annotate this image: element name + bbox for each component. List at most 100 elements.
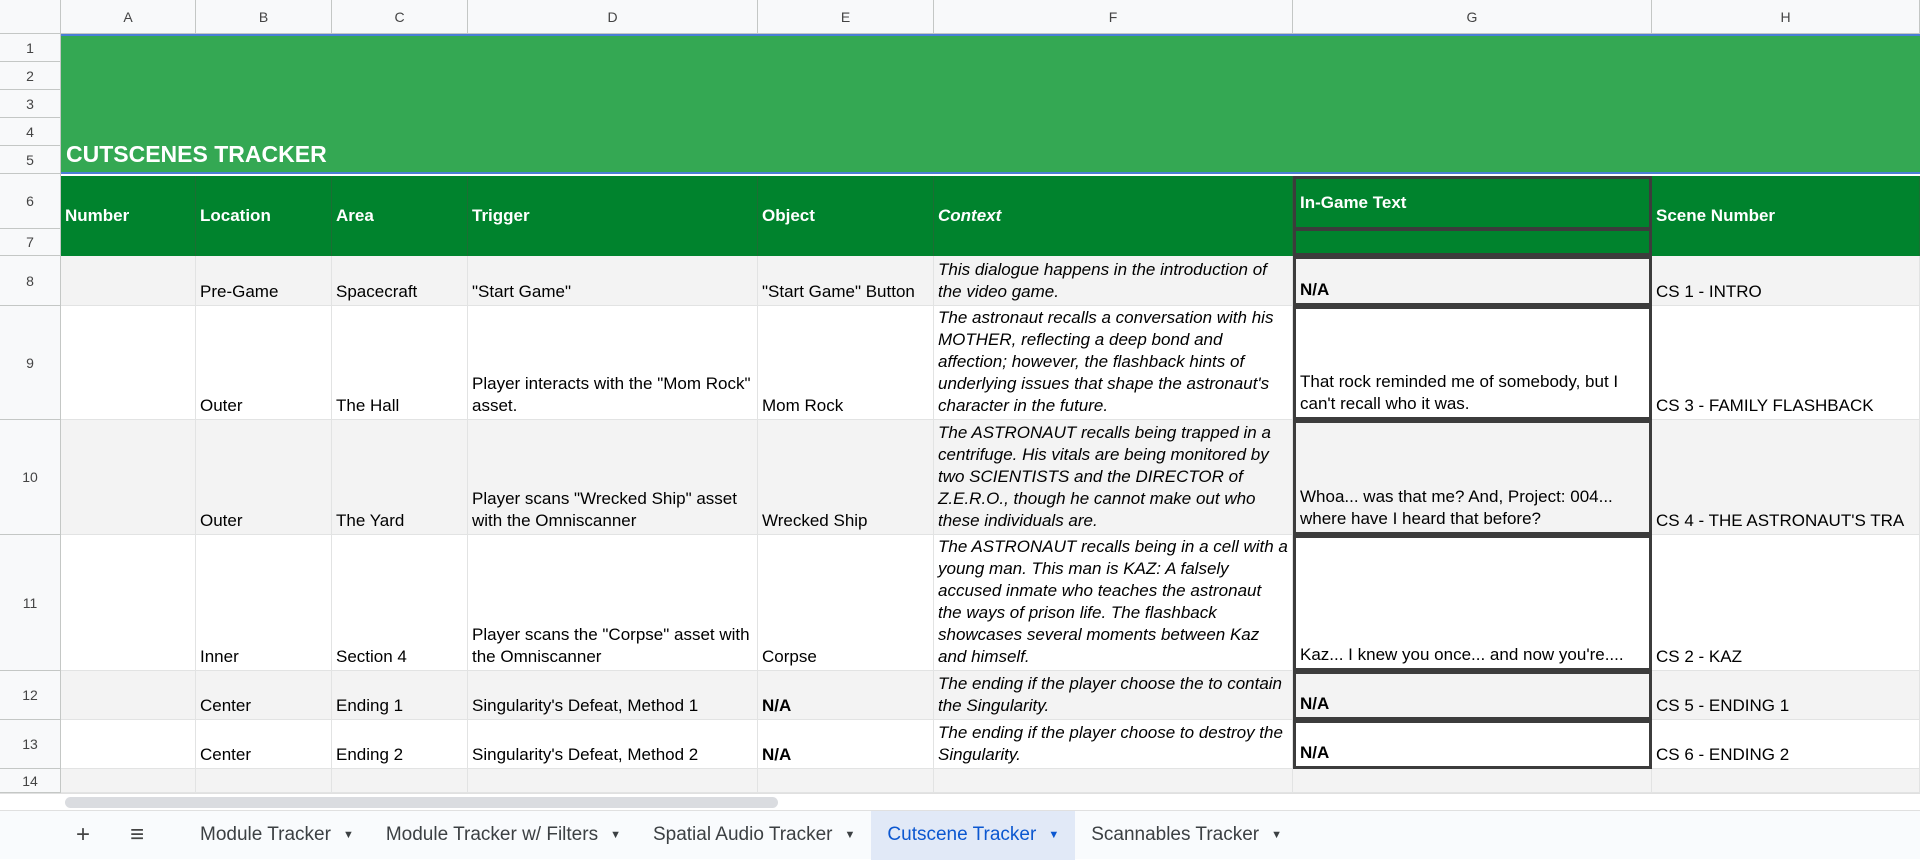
- cell-A10[interactable]: [61, 420, 196, 535]
- row-header-3[interactable]: 3: [0, 90, 61, 118]
- cell-D13[interactable]: Singularity's Defeat, Method 2: [468, 720, 758, 769]
- column-header-H[interactable]: H: [1652, 0, 1920, 34]
- cell-B14[interactable]: [196, 769, 332, 793]
- spreadsheet-grid[interactable]: A B C D E F G H 1 2 3 4 5 6 7 8 9 10 11 12 13 14 CUTSCENES TRA…: [0, 0, 1920, 793]
- row-header-4[interactable]: 4: [0, 118, 61, 146]
- scrollbar-thumb[interactable]: [65, 797, 778, 808]
- sheet-tab-module-tracker[interactable]: Module Tracker ▼: [184, 811, 370, 860]
- header-in-game-text-row7[interactable]: [1293, 228, 1652, 256]
- cell-F12[interactable]: The ending if the player choose the to c…: [934, 671, 1293, 720]
- cell-E14[interactable]: [758, 769, 934, 793]
- cell-D14[interactable]: [468, 769, 758, 793]
- cell-A9[interactable]: [61, 306, 196, 420]
- header-context[interactable]: Context: [934, 176, 1293, 256]
- header-object[interactable]: Object: [758, 176, 934, 256]
- caret-down-icon[interactable]: ▼: [1271, 829, 1282, 841]
- header-scene-number[interactable]: Scene Number: [1652, 176, 1920, 256]
- cell-H12[interactable]: CS 5 - ENDING 1: [1652, 671, 1920, 720]
- column-header-E[interactable]: E: [758, 0, 934, 34]
- cell-E13[interactable]: N/A: [758, 720, 934, 769]
- cell-F14[interactable]: [934, 769, 1293, 793]
- column-header-D[interactable]: D: [468, 0, 758, 34]
- cell-A8[interactable]: [61, 256, 196, 306]
- row-header-7[interactable]: 7: [0, 229, 61, 256]
- row-header-14[interactable]: 14: [0, 769, 61, 793]
- cell-A12[interactable]: [61, 671, 196, 720]
- cell-H13[interactable]: CS 6 - ENDING 2: [1652, 720, 1920, 769]
- corner-cell[interactable]: [0, 0, 61, 34]
- cell-G13[interactable]: N/A: [1293, 720, 1652, 769]
- cell-A11[interactable]: [61, 535, 196, 671]
- cell-H11[interactable]: CS 2 - KAZ: [1652, 535, 1920, 671]
- cell-C8[interactable]: Spacecraft: [332, 256, 468, 306]
- cell-H10[interactable]: CS 4 - THE ASTRONAUT'S TRA: [1652, 420, 1920, 535]
- row-header-1[interactable]: 1: [0, 34, 61, 62]
- caret-down-icon[interactable]: ▼: [845, 829, 856, 841]
- column-header-F[interactable]: F: [934, 0, 1293, 34]
- cell-E10[interactable]: Wrecked Ship: [758, 420, 934, 535]
- cell-A13[interactable]: [61, 720, 196, 769]
- row-header-2[interactable]: 2: [0, 62, 61, 90]
- column-header-A[interactable]: A: [61, 0, 196, 34]
- caret-down-icon[interactable]: ▼: [610, 829, 621, 841]
- cell-C12[interactable]: Ending 1: [332, 671, 468, 720]
- cell-E12[interactable]: N/A: [758, 671, 934, 720]
- cell-H8[interactable]: CS 1 - INTRO: [1652, 256, 1920, 306]
- cell-C14[interactable]: [332, 769, 468, 793]
- menu-icon[interactable]: ≡: [110, 811, 164, 860]
- title-banner[interactable]: CUTSCENES TRACKER: [61, 34, 1920, 174]
- cell-F9[interactable]: The astronaut recalls a conversation wit…: [934, 306, 1293, 420]
- cell-C9[interactable]: The Hall: [332, 306, 468, 420]
- cell-B11[interactable]: Inner: [196, 535, 332, 671]
- cell-G10[interactable]: Whoa... was that me? And, Project: 004..…: [1293, 420, 1652, 535]
- cell-D8[interactable]: "Start Game": [468, 256, 758, 306]
- cell-E9[interactable]: Mom Rock: [758, 306, 934, 420]
- cell-B13[interactable]: Center: [196, 720, 332, 769]
- cell-F11[interactable]: The ASTRONAUT recalls being in a cell wi…: [934, 535, 1293, 671]
- row-header-13[interactable]: 13: [0, 720, 61, 769]
- row-header-6[interactable]: 6: [0, 174, 61, 229]
- cell-D11[interactable]: Player scans the "Corpse" asset with the…: [468, 535, 758, 671]
- row-header-8[interactable]: 8: [0, 256, 61, 306]
- header-trigger[interactable]: Trigger: [468, 176, 758, 256]
- header-number[interactable]: Number: [61, 176, 196, 256]
- cell-B10[interactable]: Outer: [196, 420, 332, 535]
- column-header-G[interactable]: G: [1293, 0, 1652, 34]
- column-header-B[interactable]: B: [196, 0, 332, 34]
- row-header-12[interactable]: 12: [0, 671, 61, 720]
- row-header-10[interactable]: 10: [0, 420, 61, 535]
- row-header-5[interactable]: 5: [0, 146, 61, 174]
- cell-G8[interactable]: N/A: [1293, 256, 1652, 306]
- plus-icon[interactable]: +: [56, 811, 110, 860]
- cell-D9[interactable]: Player interacts with the "Mom Rock" ass…: [468, 306, 758, 420]
- cell-G9[interactable]: That rock reminded me of somebody, but I…: [1293, 306, 1652, 420]
- sheet-tab-scannables-tracker[interactable]: Scannables Tracker ▼: [1075, 811, 1298, 860]
- column-header-C[interactable]: C: [332, 0, 468, 34]
- sheet-tab-cutscene-tracker[interactable]: Cutscene Tracker ▼: [871, 810, 1076, 860]
- cell-B9[interactable]: Outer: [196, 306, 332, 420]
- cell-H14[interactable]: [1652, 769, 1920, 793]
- cell-E8[interactable]: "Start Game" Button: [758, 256, 934, 306]
- cell-G14[interactable]: [1293, 769, 1652, 793]
- cell-C13[interactable]: Ending 2: [332, 720, 468, 769]
- horizontal-scrollbar[interactable]: [0, 793, 1920, 810]
- cell-B12[interactable]: Center: [196, 671, 332, 720]
- sheet-tab-module-tracker-w-filters[interactable]: Module Tracker w/ Filters ▼: [370, 811, 637, 860]
- sheet-tab-spatial-audio-tracker[interactable]: Spatial Audio Tracker ▼: [637, 811, 871, 860]
- cell-F8[interactable]: This dialogue happens in the introductio…: [934, 256, 1293, 306]
- cell-D10[interactable]: Player scans "Wrecked Ship" asset with t…: [468, 420, 758, 535]
- caret-down-icon[interactable]: ▼: [343, 829, 354, 841]
- cell-C11[interactable]: Section 4: [332, 535, 468, 671]
- cell-G11[interactable]: Kaz... I knew you once... and now you're…: [1293, 535, 1652, 671]
- header-area[interactable]: Area: [332, 176, 468, 256]
- cell-C10[interactable]: The Yard: [332, 420, 468, 535]
- caret-down-icon[interactable]: ▼: [1048, 829, 1059, 841]
- header-location[interactable]: Location: [196, 176, 332, 256]
- cell-E11[interactable]: Corpse: [758, 535, 934, 671]
- cell-D12[interactable]: Singularity's Defeat, Method 1: [468, 671, 758, 720]
- cell-A14[interactable]: [61, 769, 196, 793]
- cell-B8[interactable]: Pre-Game: [196, 256, 332, 306]
- row-header-9[interactable]: 9: [0, 306, 61, 420]
- cell-H9[interactable]: CS 3 - FAMILY FLASHBACK: [1652, 306, 1920, 420]
- header-in-game-text[interactable]: In-Game Text: [1293, 176, 1652, 230]
